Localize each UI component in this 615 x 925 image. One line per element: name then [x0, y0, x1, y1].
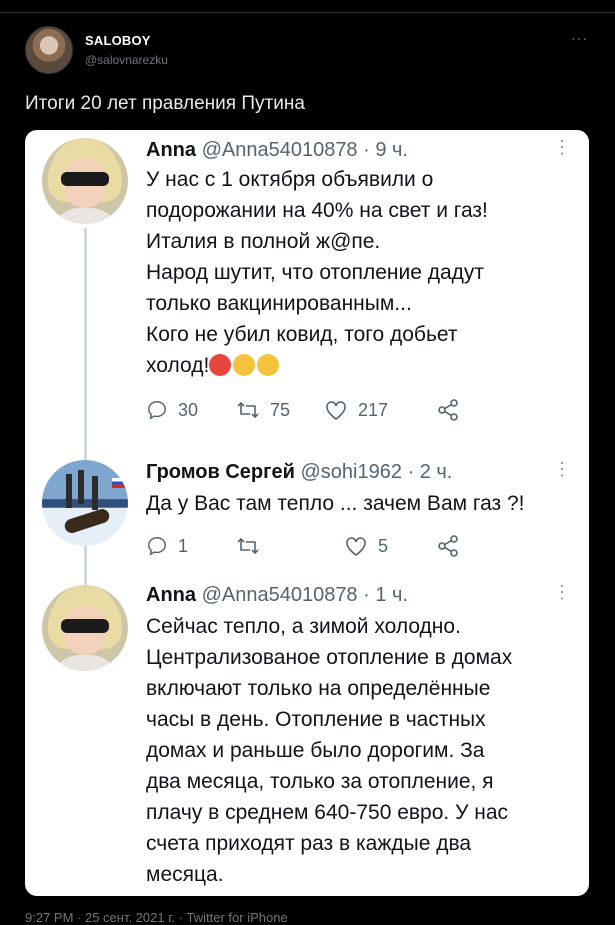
kebab-icon: ⋮: [553, 459, 571, 479]
share-action: [436, 398, 460, 422]
reply-2-actions: 1 5: [146, 534, 460, 558]
retweet-icon: [237, 537, 259, 555]
reply-icon: [148, 537, 166, 556]
reply-action: 1: [146, 535, 236, 557]
reply-icon: [148, 401, 166, 420]
text-line: Народ шутит, что отопление дадут: [146, 261, 485, 284]
reply-2-text: Да у Вас там тепло ... зачем Вам газ ?!: [146, 488, 525, 519]
reply-1-meta: @Anna54010878 · 9 ч.: [201, 139, 408, 161]
reply-2-meta: @sohi1962 · 2 ч.: [300, 461, 453, 483]
text-line: Да у Вас там тепло ... зачем Вам газ ?!: [146, 492, 525, 515]
share-icon: [438, 535, 458, 557]
like-count: 5: [378, 535, 389, 556]
thread-line: [84, 550, 87, 590]
share-action: [436, 534, 460, 558]
angry-face-emoji: [209, 354, 232, 376]
embedded-screenshot: Anna @Anna54010878 · 9 ч. ⋮ У нас с 1 ок…: [25, 130, 589, 896]
reply-avatar-sergey: [42, 460, 128, 546]
heart-icon: [346, 537, 366, 556]
persevering-face-emoji: [257, 354, 280, 376]
text-line: подорожании на 40% на свет и газ!: [146, 199, 488, 222]
reply-3-meta: @Anna54010878 · 1 ч.: [201, 584, 408, 606]
author-display-name[interactable]: SALOBOY: [85, 33, 168, 48]
reply-action: 30: [146, 399, 236, 421]
text-line: Централизованое отопление в домах: [146, 646, 513, 669]
reply-2-name: Громов Сергей: [146, 461, 295, 483]
reply-3-name: Anna: [146, 584, 196, 606]
top-divider: [0, 12, 615, 13]
text-line: Италия в полной ж@пе.: [146, 230, 381, 253]
kebab-icon: ⋮: [553, 137, 571, 157]
text-line: счета приходят раз в каждые два: [146, 832, 472, 855]
text-line: часы в день. Отопление в частных: [146, 708, 486, 731]
reply-1-text: У нас с 1 октября объявили о подорожании…: [146, 164, 488, 381]
author-handle[interactable]: @salovnarezku: [85, 53, 168, 67]
text-line: только вакцинированным...: [146, 292, 412, 315]
author-avatar[interactable]: [25, 26, 73, 74]
reply-3-header: Anna @Anna54010878 · 1 ч.: [146, 584, 408, 607]
text-line: У нас с 1 октября объявили о: [146, 168, 434, 191]
post-text: Итоги 20 лет правления Путина: [25, 93, 305, 114]
retweet-action: 75: [236, 399, 324, 421]
reply-2-header: Громов Сергей @sohi1962 · 2 ч.: [146, 461, 452, 484]
kebab-icon: ⋮: [553, 582, 571, 602]
reply-1-name: Anna: [146, 139, 196, 161]
weary-face-emoji: [233, 354, 256, 376]
reply-1-header: Anna @Anna54010878 · 9 ч.: [146, 139, 408, 162]
retweet-action: [236, 535, 344, 557]
text-line: холод!: [146, 354, 210, 377]
reply-3-text: Сейчас тепло, а зимой холодно. Централиз…: [146, 611, 512, 890]
more-icon[interactable]: ···: [571, 30, 588, 46]
post-author[interactable]: SALOBOY @salovnarezku: [25, 26, 168, 74]
reply-avatar-anna: [42, 585, 128, 671]
like-action: 217: [324, 399, 436, 421]
reply-avatar-anna: [42, 138, 128, 224]
reply-1-actions: 30 75 217: [146, 398, 460, 422]
like-count: 217: [358, 399, 389, 420]
text-line: включают только на определённые: [146, 677, 491, 700]
reply-count: 30: [178, 399, 199, 420]
retweet-icon: [237, 401, 259, 419]
text-line: домах и раньше было дорогим. За: [146, 739, 485, 762]
text-line: месяца.: [146, 863, 224, 886]
like-action: 5: [344, 535, 436, 557]
reply-count: 1: [178, 535, 189, 556]
text-line: плачу в среднем 640-750 евро. У нас: [146, 801, 509, 824]
text-line: Кого не убил ковид, того добьет: [146, 323, 458, 346]
heart-icon: [326, 401, 346, 420]
text-line: два месяца, только за отопление, я: [146, 770, 494, 793]
text-line: Сейчас тепло, а зимой холодно.: [146, 615, 461, 638]
retweet-count: 75: [270, 399, 291, 420]
post-footer-meta: 9:27 PM · 25 сент. 2021 г. · Twitter for…: [25, 910, 288, 925]
share-icon: [438, 399, 458, 421]
